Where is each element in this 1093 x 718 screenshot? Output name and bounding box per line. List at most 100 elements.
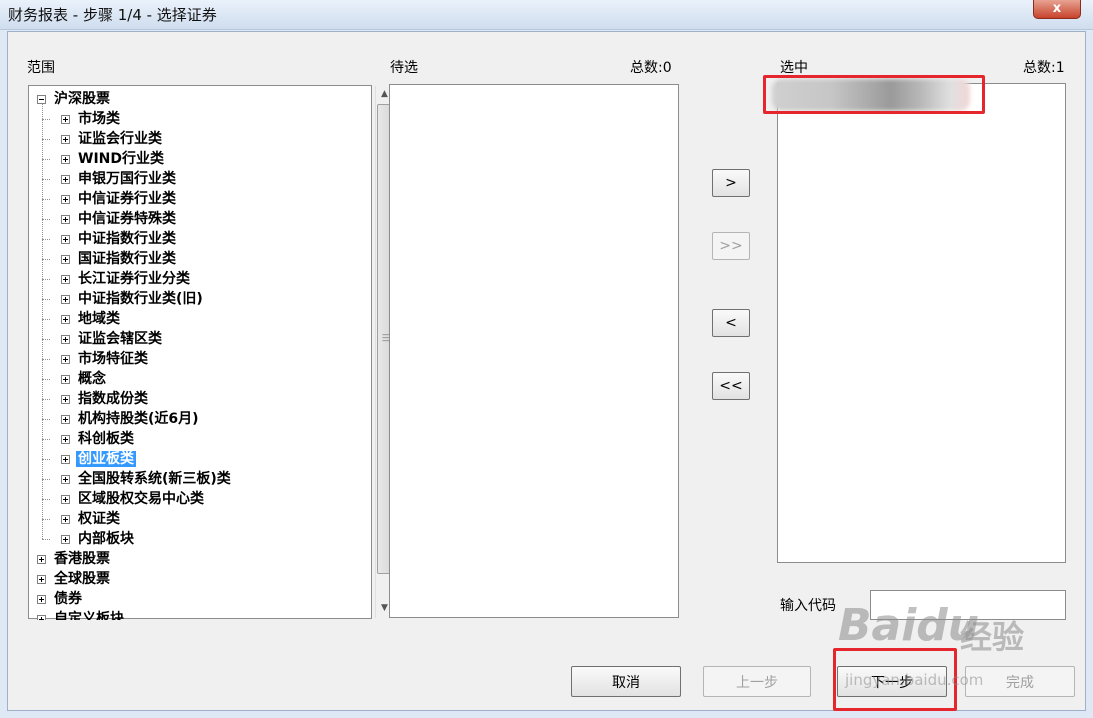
tree-connector: [42, 399, 50, 400]
tree-connector: [42, 359, 50, 360]
tree-child-item[interactable]: 概念: [61, 369, 108, 389]
tree-child-item[interactable]: 区域股权交易中心类: [61, 489, 206, 509]
tree-child-item[interactable]: 权证类: [61, 509, 122, 529]
cancel-button[interactable]: 取消: [571, 666, 681, 697]
tree-item-label: 指数成份类: [78, 391, 148, 407]
expand-icon[interactable]: [61, 114, 70, 124]
code-input-label: 输入代码: [780, 598, 836, 614]
tree-item-label: 债券: [54, 591, 82, 607]
tree-item-label: 沪深股票: [54, 91, 110, 107]
expand-icon[interactable]: [61, 294, 70, 304]
tree-connector: [42, 199, 50, 200]
tree-item-label: 全国股转系统(新三板)类: [78, 471, 231, 487]
remove-all-button[interactable]: <<: [712, 372, 750, 400]
tree-root-item[interactable]: 全球股票: [37, 569, 112, 589]
tree-child-item[interactable]: 证监会辖区类: [61, 329, 164, 349]
expand-icon[interactable]: [61, 334, 70, 344]
tree-child-item[interactable]: 机构持股类(近6月): [61, 409, 201, 429]
tree-child-item[interactable]: 创业板类: [61, 449, 136, 469]
expand-icon[interactable]: [61, 534, 70, 544]
tree-child-item[interactable]: 市场类: [61, 109, 122, 129]
tree-connector: [42, 119, 50, 120]
tree-connector: [42, 479, 50, 480]
tree-child-item[interactable]: 中信证券特殊类: [61, 209, 178, 229]
pending-label: 待选: [390, 60, 418, 76]
tree-connector: [42, 159, 50, 160]
pending-list[interactable]: [389, 84, 679, 618]
tree-child-item[interactable]: WIND行业类: [61, 149, 166, 169]
tree-connector: [42, 439, 50, 440]
tree-connector: [42, 339, 50, 340]
tree-child-item[interactable]: 中信证券行业类: [61, 189, 178, 209]
selected-list[interactable]: [777, 83, 1066, 563]
tree-connector: [42, 499, 50, 500]
tree-child-item[interactable]: 国证指数行业类: [61, 249, 178, 269]
expand-icon[interactable]: [61, 274, 70, 284]
expand-icon[interactable]: [61, 354, 70, 364]
expand-icon[interactable]: [61, 514, 70, 524]
add-all-button[interactable]: >>: [712, 232, 750, 260]
tree-root-item[interactable]: 香港股票: [37, 549, 112, 569]
tree-child-item[interactable]: 长江证券行业分类: [61, 269, 192, 289]
add-button[interactable]: >: [712, 169, 750, 197]
expand-icon[interactable]: [37, 554, 46, 564]
tree-item-label: 市场特征类: [78, 351, 148, 367]
tree-child-item[interactable]: 证监会行业类: [61, 129, 164, 149]
expand-icon[interactable]: [61, 454, 70, 464]
tree-item-label: 创业板类: [76, 451, 136, 467]
tree-child-item[interactable]: 申银万国行业类: [61, 169, 178, 189]
tree-child-item[interactable]: 地域类: [61, 309, 122, 329]
expand-icon[interactable]: [61, 254, 70, 264]
tree-item-label: 中证指数行业类(旧): [78, 291, 203, 307]
tree-child-item[interactable]: 指数成份类: [61, 389, 150, 409]
window-title: 财务报表 - 步骤 1/4 - 选择证券: [8, 6, 217, 24]
expand-icon[interactable]: [61, 314, 70, 324]
tree-child-item[interactable]: 中证指数行业类: [61, 229, 178, 249]
tree-connector: [42, 279, 50, 280]
expand-icon[interactable]: [37, 574, 46, 584]
tree-item-label: 中证指数行业类: [78, 231, 176, 247]
tree-child-item[interactable]: 内部板块: [61, 529, 136, 549]
tree-root-item[interactable]: 债券: [37, 589, 84, 609]
expand-icon[interactable]: [61, 474, 70, 484]
scope-tree-panel[interactable]: 沪深股票市场类 证监会行业类 WIND行业类 申银万国行业类 中信证券行业类 中信证券特殊…: [28, 85, 392, 620]
expand-icon[interactable]: [61, 494, 70, 504]
scope-label: 范围: [27, 60, 55, 76]
expand-icon[interactable]: [37, 594, 46, 604]
tree-item-label: 香港股票: [54, 551, 110, 567]
tree-child-item[interactable]: 市场特征类: [61, 349, 150, 369]
expand-icon[interactable]: [61, 414, 70, 424]
title-bar: 财务报表 - 步骤 1/4 - 选择证券 x: [0, 0, 1093, 30]
expand-icon[interactable]: [61, 214, 70, 224]
collapse-icon[interactable]: [37, 94, 46, 104]
baidu-watermark: Baidu: [838, 600, 980, 651]
tree-item-label: 科创板类: [78, 431, 134, 447]
tree-item-label: 全球股票: [54, 571, 110, 587]
tree-item-label: 地域类: [78, 311, 120, 327]
tree-child-item[interactable]: 科创板类: [61, 429, 136, 449]
tree-connector: [42, 239, 50, 240]
tree-item-label: 证监会辖区类: [78, 331, 162, 347]
expand-icon[interactable]: [61, 434, 70, 444]
expand-icon[interactable]: [61, 394, 70, 404]
pending-count: 总数:0: [630, 60, 672, 76]
tree-child-item[interactable]: 全国股转系统(新三板)类: [61, 469, 233, 489]
tree-connector: [42, 379, 50, 380]
tree-connector: [42, 539, 50, 540]
scope-tree[interactable]: 沪深股票市场类 证监会行业类 WIND行业类 申银万国行业类 中信证券行业类 中信证券特殊…: [29, 86, 375, 620]
tree-root-item[interactable]: 沪深股票: [37, 89, 112, 109]
tree-child-item[interactable]: 中证指数行业类(旧): [61, 289, 205, 309]
expand-icon[interactable]: [61, 174, 70, 184]
prev-button[interactable]: 上一步: [703, 666, 811, 697]
expand-icon[interactable]: [61, 234, 70, 244]
selected-label: 选中: [780, 60, 808, 76]
expand-icon[interactable]: [61, 154, 70, 164]
expand-icon[interactable]: [61, 374, 70, 384]
tree-root-item[interactable]: 自定义板块: [37, 609, 126, 620]
expand-icon[interactable]: [61, 194, 70, 204]
expand-icon[interactable]: [61, 134, 70, 144]
tree-connector: [42, 299, 50, 300]
remove-button[interactable]: <: [712, 309, 750, 337]
expand-icon[interactable]: [37, 614, 46, 620]
close-button[interactable]: x: [1033, 0, 1081, 19]
